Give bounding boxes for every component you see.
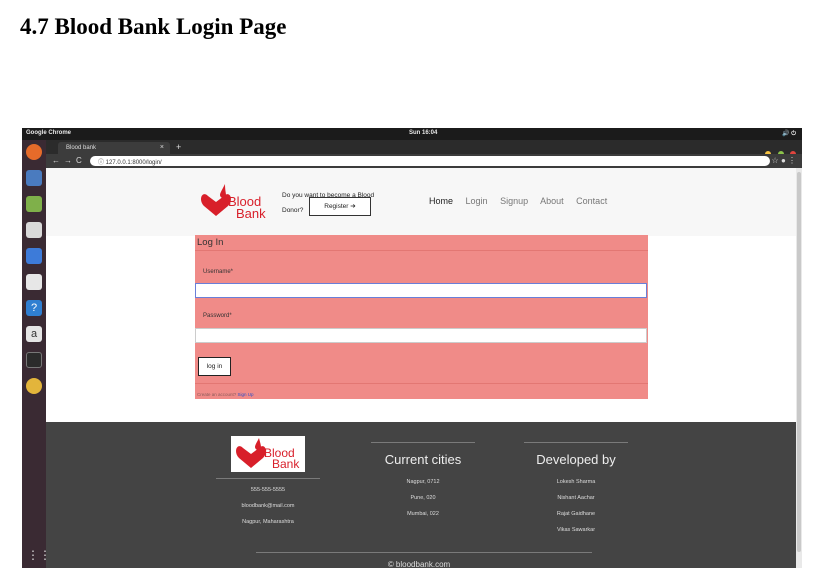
blood-bank-logo[interactable]: Blood Bank (198, 182, 270, 222)
terminal-icon[interactable] (26, 352, 42, 368)
new-tab-icon[interactable]: + (176, 142, 181, 152)
footer-phone: 555-555-5555 (250, 487, 286, 493)
footer-logo[interactable]: Blood Bank (231, 436, 305, 472)
city-item: Pune, 020 (410, 495, 436, 501)
city-item: Mumbai, 022 (407, 511, 439, 517)
info-icon: ⓘ (98, 160, 106, 166)
footer-divider (371, 442, 475, 443)
document-heading: 4.7 Blood Bank Login Page (20, 14, 287, 39)
footer-logo-text-bank: Bank (272, 457, 300, 471)
register-button[interactable]: Register ➔ (309, 197, 371, 216)
footer-bottom-divider (256, 552, 592, 553)
tab-title: Blood bank (66, 145, 97, 151)
nav-login[interactable]: Login (466, 196, 488, 206)
login-button[interactable]: log in (198, 357, 231, 376)
password-label: Password* (203, 313, 232, 319)
login-title: Log In (197, 237, 224, 248)
amazon-icon[interactable]: a (26, 326, 42, 342)
divider (195, 383, 648, 384)
create-account-prompt: Create an account? (197, 392, 237, 397)
create-account-line: Create an account? Sign Up (197, 392, 254, 397)
browser-tab[interactable]: Blood bank × (58, 142, 170, 154)
system-top-bar: Google Chrome Sun 16:04 🔊 ⏻ (22, 128, 802, 140)
developer-item: Nishant Aachar (557, 495, 595, 501)
site-footer: Blood Bank 555-555-5555 bloodbank@mail.c… (46, 422, 796, 568)
developer-item: Lokesh Sharma (556, 479, 596, 485)
browser-tab-bar: Blood bank × + (46, 140, 802, 157)
chrome-icon[interactable] (26, 378, 42, 394)
app-grid-icon[interactable]: ⋮⋮⋮ (27, 548, 63, 562)
nav-signup[interactable]: Signup (500, 196, 528, 206)
password-input[interactable] (195, 328, 647, 343)
url-field[interactable]: ⓘ 127.0.0.1:8000/login/ (90, 156, 770, 166)
files-icon[interactable] (26, 196, 42, 212)
launcher: ? a ⋮⋮⋮ (22, 140, 63, 568)
main-nav: Home Login Signup About Contact (429, 196, 617, 206)
nav-home[interactable]: Home (429, 196, 453, 206)
system-clock: Sun 16:04 (409, 130, 438, 136)
page-scrollbar[interactable] (796, 168, 802, 568)
page-viewport: Blood Bank Do you want to become a Blood… (46, 168, 796, 568)
footer-divider (524, 442, 628, 443)
signup-link[interactable]: Sign Up (238, 392, 254, 397)
scrollbar-thumb[interactable] (797, 172, 801, 552)
url-text: 127.0.0.1:8000/login/ (105, 160, 162, 166)
close-tab-icon[interactable]: × (160, 144, 164, 151)
login-panel: Log In Username* Password* log in Create… (195, 235, 648, 399)
bookmark-and-profile-icons[interactable]: ☆ ● ⋮ (772, 156, 796, 165)
browser-address-bar: ←→C ⓘ 127.0.0.1:8000/login/ ☆ ● ⋮ (46, 154, 802, 168)
username-input[interactable] (195, 283, 647, 298)
software-center-icon[interactable] (26, 274, 42, 290)
system-tray-icons[interactable]: 🔊 ⏻ (782, 130, 796, 138)
site-header: Blood Bank Do you want to become a Blood… (46, 168, 796, 236)
developer-item: Vikas Sawarkar (556, 527, 596, 533)
copyright: © bloodbank.com (387, 560, 451, 568)
city-item: Nagpur, 0712 (406, 479, 440, 485)
footer-email: bloodbank@mail.com (241, 503, 295, 509)
divider (195, 250, 648, 251)
nav-buttons[interactable]: ←→C (52, 156, 86, 165)
developer-item: Rajat Gaidhane (556, 511, 596, 517)
cities-title: Current cities (384, 452, 462, 467)
footer-divider (216, 478, 320, 479)
developed-title: Developed by (536, 452, 616, 467)
active-app-name: Google Chrome (26, 130, 72, 136)
screenshot: Google Chrome Sun 16:04 🔊 ⏻ ? a ⋮⋮⋮ Bloo… (22, 128, 802, 568)
thunderbird-icon[interactable] (26, 170, 42, 186)
register-label: Register (324, 203, 349, 210)
nav-about[interactable]: About (540, 196, 564, 206)
logo-text-bank: Bank (236, 206, 266, 221)
writer-icon[interactable] (26, 248, 42, 264)
nav-contact[interactable]: Contact (576, 196, 607, 206)
arrow-right-icon: ➔ (350, 203, 356, 210)
firefox-icon[interactable] (26, 144, 42, 160)
footer-address: Nagpur, Maharashtra (242, 519, 294, 525)
username-label: Username* (203, 269, 234, 275)
help-icon[interactable]: ? (26, 300, 42, 316)
rhythmbox-icon[interactable] (26, 222, 42, 238)
